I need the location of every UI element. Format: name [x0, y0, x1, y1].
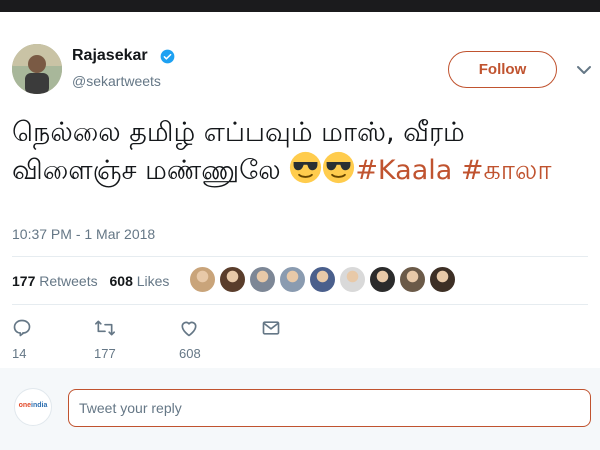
liker-avatar[interactable]	[249, 266, 276, 293]
retweet-count: 177	[94, 346, 116, 361]
top-dark-strip	[0, 0, 600, 12]
hashtag-kaala[interactable]: #Kaala	[355, 155, 452, 186]
likes-count: 608	[109, 273, 133, 289]
envelope-icon	[262, 321, 280, 335]
reply-count: 14	[12, 346, 27, 361]
logo-text-india: india	[31, 402, 48, 409]
retweet-icon	[95, 320, 115, 336]
follow-button[interactable]: Follow	[448, 51, 557, 88]
tweet-timestamp[interactable]: 10:37 PM - 1 Mar 2018	[12, 226, 155, 242]
heart-icon	[181, 321, 197, 337]
likes-stat[interactable]: 608 Likes	[110, 273, 170, 289]
logo-text-one: one	[18, 402, 32, 409]
reply-input[interactable]	[68, 389, 591, 427]
oneindia-logo: oneindia	[14, 388, 52, 426]
divider	[12, 256, 588, 257]
liker-avatar[interactable]	[189, 266, 216, 293]
liker-avatar[interactable]	[369, 266, 396, 293]
avatar[interactable]	[12, 44, 62, 94]
retweets-stat[interactable]: 177 Retweets	[12, 273, 98, 289]
sunglasses-emoji-icon	[290, 151, 322, 184]
liker-avatar[interactable]	[279, 266, 306, 293]
engagement-stats: 177 Retweets 608 Likes	[12, 273, 177, 289]
like-count: 608	[179, 346, 201, 361]
liker-avatar[interactable]	[309, 266, 336, 293]
retweets-count: 177	[12, 273, 36, 289]
author-name[interactable]: Rajasekar	[72, 47, 148, 65]
tweet-text: நெல்லை தமிழ் எப்பவும் மாஸ், வீரம் விளைஞ்…	[12, 114, 587, 189]
liker-avatar[interactable]	[339, 266, 366, 293]
sunglasses-emoji-icon	[323, 151, 355, 184]
reply-action[interactable]: 14	[12, 318, 42, 361]
retweet-action[interactable]: 177	[94, 318, 126, 361]
like-action[interactable]: 608	[179, 318, 209, 361]
reply-composer: oneindia	[0, 368, 600, 450]
hashtag-kaala-tamil[interactable]: #காலா	[461, 155, 552, 186]
author-handle[interactable]: @sekartweets	[72, 73, 161, 89]
liker-avatar[interactable]	[429, 266, 456, 293]
reply-icon	[13, 319, 31, 337]
divider	[12, 304, 588, 305]
liker-avatar[interactable]	[219, 266, 246, 293]
verified-badge-icon	[160, 49, 175, 64]
liker-avatar[interactable]	[399, 266, 426, 293]
retweets-label: Retweets	[39, 273, 98, 289]
likes-label: Likes	[136, 273, 170, 289]
direct-message-action[interactable]	[261, 318, 291, 342]
chevron-down-icon[interactable]	[574, 60, 594, 80]
avatar-image	[12, 44, 62, 94]
